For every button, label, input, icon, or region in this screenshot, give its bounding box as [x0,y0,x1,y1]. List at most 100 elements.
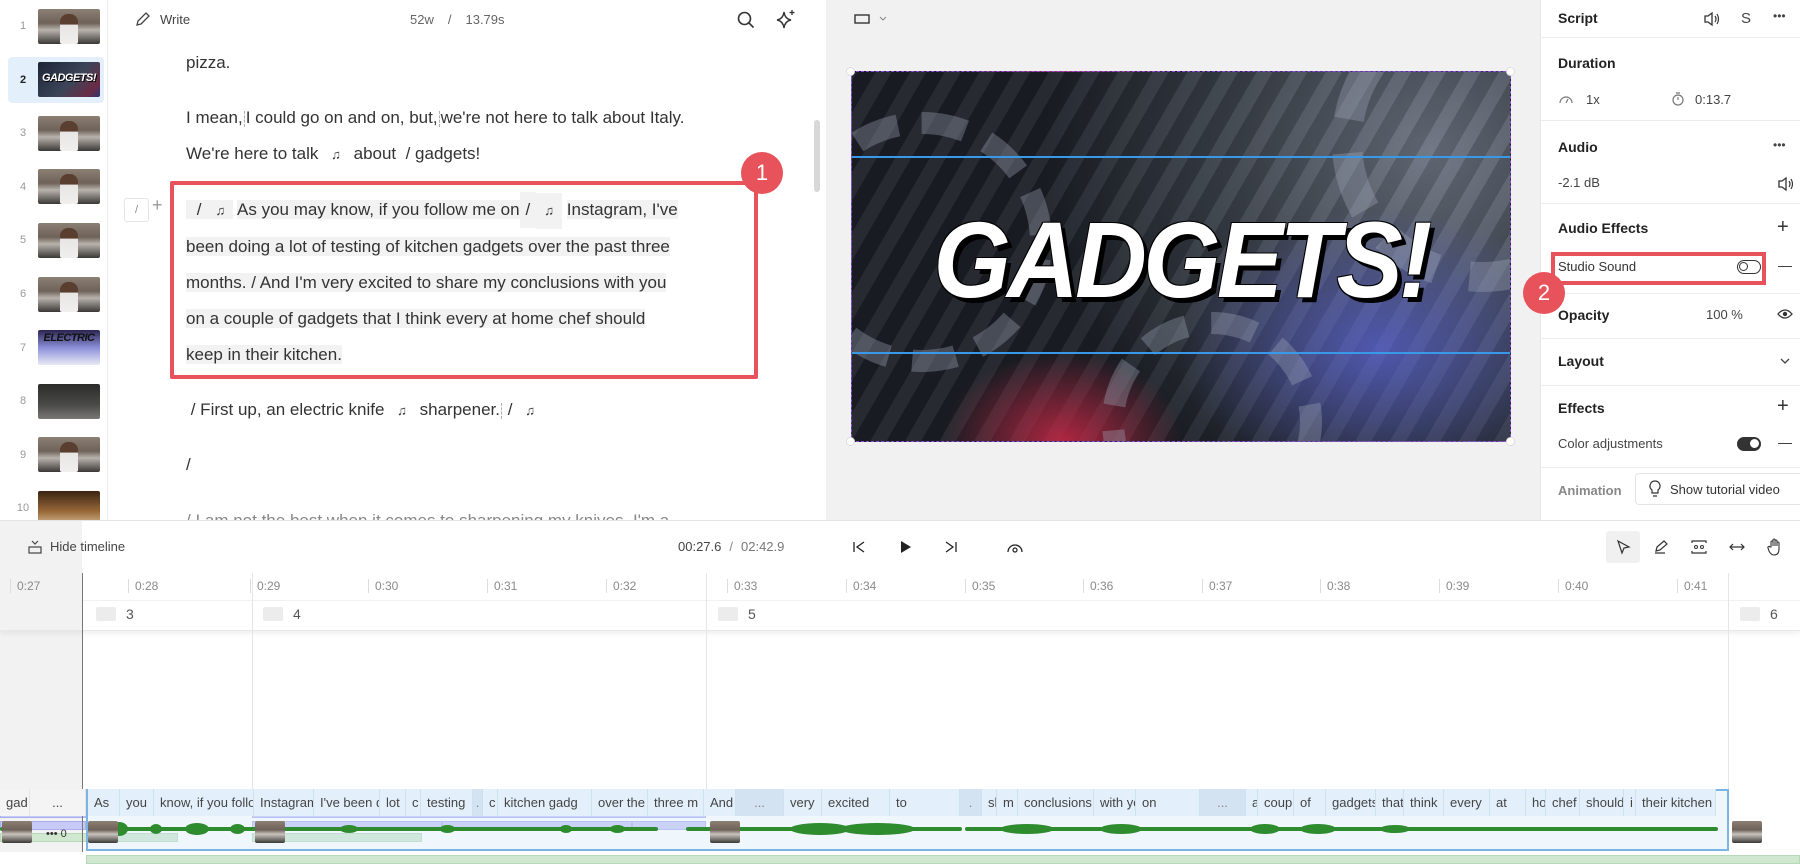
word-chip[interactable]: to [890,789,960,816]
show-tutorial-button[interactable]: Show tutorial video [1635,473,1800,505]
paragraph-italy[interactable]: I mean, I could go on and on, but, we're n… [186,100,756,173]
paragraph-sharpening[interactable]: / I am not the best when it comes to sha… [186,503,756,520]
resize-handle[interactable] [846,437,855,446]
word-chip[interactable]: with yo [1094,789,1136,816]
word-chip[interactable]: ... [30,789,86,816]
word-chip[interactable]: over the [592,789,648,816]
word-chip[interactable]: hor [1526,789,1546,816]
scene-thumbnail-5[interactable]: 5 [8,217,104,263]
word-chip[interactable]: three m [648,789,704,816]
word-chip[interactable]: shar [982,789,997,816]
scene-thumbnail-6[interactable]: 6 [8,271,104,317]
ai-sparkle-button[interactable] [774,8,798,32]
more-clips-button[interactable]: ••• 0 [46,828,67,840]
scene-thumbnail-10[interactable]: 10 [8,485,104,520]
hand-tool[interactable] [1758,531,1792,563]
scene-marker-3[interactable]: 3 [96,606,134,622]
preview-title-text[interactable]: GADGETS! [878,197,1483,322]
word-chip[interactable]: very [784,789,822,816]
word-chip[interactable]: gad [0,789,30,816]
add-scene-button[interactable]: + [152,195,163,216]
speaker-icon[interactable] [1703,11,1721,27]
search-button[interactable] [734,8,758,32]
remove-studio-sound-button[interactable]: — [1778,257,1792,273]
word-chip[interactable]: every [1444,789,1490,816]
resize-handle[interactable] [1506,437,1515,446]
word-chip[interactable]: As [88,789,120,816]
word-chip[interactable]: Instagram [254,789,314,816]
word-chip[interactable]: that [1376,789,1404,816]
paragraph-pizza[interactable]: pizza. [186,45,756,81]
word-chip[interactable]: kitchen gadg [498,789,592,816]
scene-marker-6[interactable]: 6 [1740,606,1778,622]
scene-marker-5[interactable]: 5 [718,606,756,622]
script-s-button[interactable]: S [1741,10,1751,27]
word-chip[interactable]: ... [1200,789,1246,816]
skip-back-button[interactable] [847,535,871,559]
word-chip[interactable]: you [120,789,154,816]
word-chip[interactable]: think [1404,789,1444,816]
scene-thumbnail-9[interactable]: 9 [8,432,104,478]
aspect-ratio-dropdown[interactable] [854,14,888,24]
music-layer-clip[interactable] [86,855,1800,864]
word-chip[interactable]: of [1294,789,1326,816]
scene-thumbnail-4[interactable]: 4 [8,164,104,210]
word-chip[interactable]: coupl [1258,789,1294,816]
word-chip[interactable]: on [1136,789,1200,816]
chevron-down-icon[interactable] [1779,357,1791,365]
scene-thumbnail-7[interactable]: 7 ELECTRIC [8,325,104,371]
skip-forward-button[interactable] [939,535,963,559]
scene-thumbnail-1[interactable]: 1 [8,3,104,49]
resize-handle[interactable] [1506,67,1515,76]
word-chip[interactable]: I've been d [314,789,380,816]
word-chip[interactable]: m [997,789,1018,816]
add-audio-effect-button[interactable]: + [1777,216,1789,239]
color-adjustments-toggle[interactable] [1737,437,1761,451]
music-note-icon[interactable]: ♫ [389,393,415,429]
time-ruler[interactable]: 0:27 0:28 0:29 0:30 0:31 0:32 0:33 0:34 0:35 0:36… [0,573,1800,601]
play-button[interactable] [893,535,917,559]
word-chip[interactable]: And [704,789,736,816]
music-note-icon[interactable]: ♫ [323,137,349,173]
word-chip[interactable]: ... [736,789,784,816]
hide-timeline-button[interactable]: Hide timeline [28,539,125,554]
scene-thumbnail-2[interactable]: 2 GADGETS! [8,56,104,103]
word-chip[interactable]: know, if you follo [154,789,254,816]
audio-volume-value[interactable]: -2.1 dB [1558,175,1600,190]
eye-icon[interactable] [1777,308,1793,320]
word-chip[interactable]: excited [822,789,890,816]
stretch-tool[interactable] [1720,531,1754,563]
word-chip[interactable]: their kitchen [1636,789,1716,816]
word-chip[interactable]: . [473,789,483,816]
word-chip[interactable]: chef [1546,789,1580,816]
duration-value[interactable]: 0:13.7 [1695,92,1731,107]
audio-more-button[interactable]: ••• [1773,138,1786,152]
add-effect-button[interactable]: + [1777,395,1789,418]
scene-marker-4[interactable]: 4 [263,606,301,622]
word-chip[interactable]: gadgets [1326,789,1376,816]
speed-value[interactable]: 1x [1586,92,1600,107]
video-preview[interactable]: GADGETS! [851,71,1511,442]
paragraph-knife[interactable]: / First up, an electric knife ♫ sharpene… [186,392,756,429]
edit-tool[interactable] [1644,531,1678,563]
word-chip[interactable]: testing [421,789,473,816]
word-chip[interactable]: should [1580,789,1624,816]
word-chip[interactable]: lot [380,789,406,816]
playback-speed-button[interactable] [1003,535,1027,559]
script-more-button[interactable]: ••• [1773,9,1786,23]
layout-section[interactable]: Layout [1541,339,1800,386]
word-chip[interactable]: conclusions [1018,789,1094,816]
word-chip[interactable]: a [1246,789,1258,816]
word-chip[interactable]: i [1624,789,1636,816]
music-note-icon[interactable]: ♫ [517,393,543,429]
speaker-icon[interactable] [1777,176,1795,192]
word-chip[interactable]: at [1490,789,1526,816]
remove-color-adjustments-button[interactable]: — [1778,434,1792,450]
trim-tool[interactable] [1682,531,1716,563]
scene-thumbnail-8[interactable]: 8 [8,378,104,424]
scene-break-button[interactable]: / [124,198,149,222]
write-button[interactable]: Write [134,10,190,28]
resize-handle[interactable] [846,67,855,76]
word-chip[interactable]: c [483,789,498,816]
editor-scrollbar[interactable] [814,120,820,192]
